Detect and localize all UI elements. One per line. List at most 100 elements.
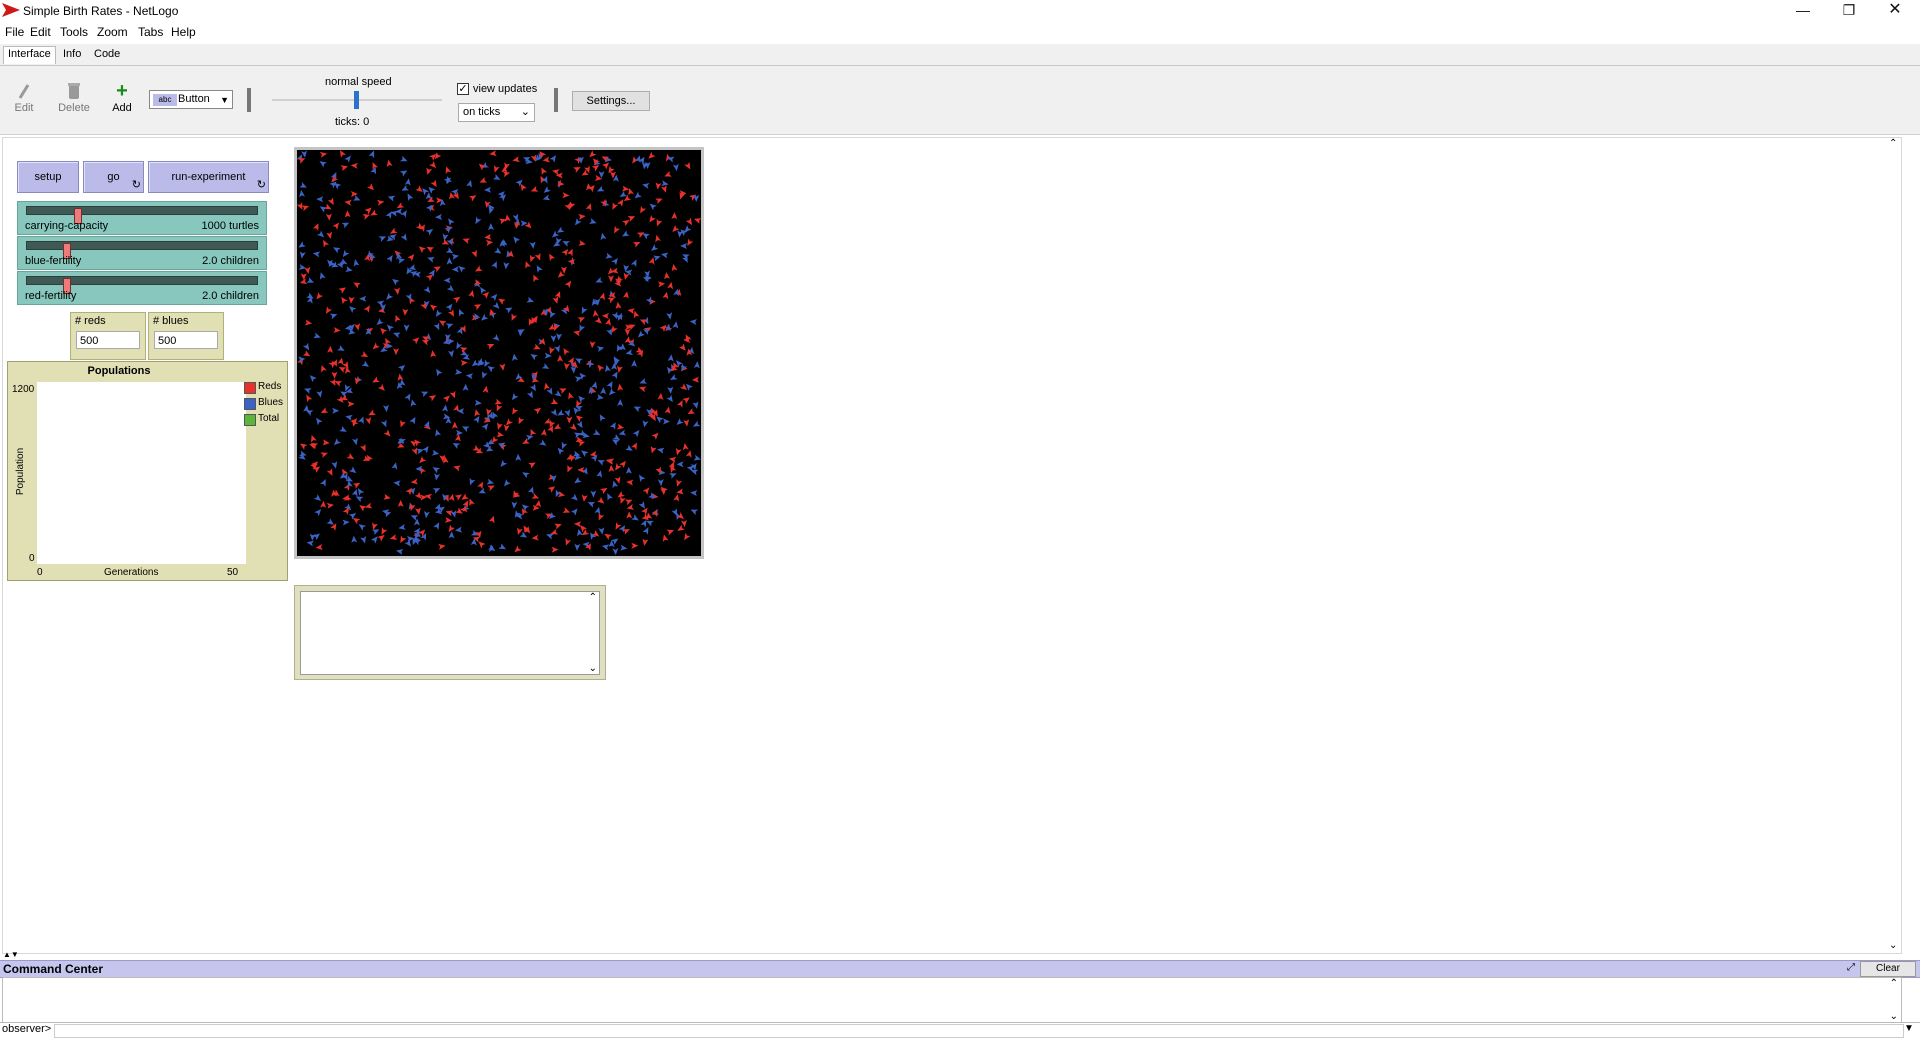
menu-zoom[interactable]: Zoom xyxy=(97,25,128,39)
turtle xyxy=(418,246,427,254)
turtle xyxy=(393,348,400,356)
turtle xyxy=(511,313,518,321)
turtle xyxy=(643,327,652,334)
slider-carrying-capacity[interactable]: carrying-capacity 1000 turtles xyxy=(17,201,267,235)
turtle xyxy=(561,441,568,450)
tab-interface[interactable]: Interface xyxy=(3,46,56,64)
turtle xyxy=(682,397,690,404)
turtle xyxy=(526,390,533,399)
chevron-up-icon[interactable]: ⌃ xyxy=(1889,138,1897,149)
slider-blue-fertility[interactable]: blue-fertility 2.0 children xyxy=(17,236,267,270)
turtle xyxy=(590,490,597,498)
turtle xyxy=(431,449,440,456)
run-experiment-button[interactable]: run-experiment ↻ xyxy=(148,161,269,193)
expand-icon[interactable]: ⤢ xyxy=(1844,962,1858,975)
minimize-icon[interactable]: — xyxy=(1780,0,1826,22)
restore-icon[interactable]: ❐ xyxy=(1826,0,1872,22)
turtle xyxy=(445,323,454,330)
turtle xyxy=(448,524,456,533)
turtle xyxy=(433,266,441,273)
legend-swatch xyxy=(244,414,256,426)
turtle xyxy=(465,373,474,380)
turtle xyxy=(321,364,327,373)
turtle xyxy=(500,459,508,467)
slider-track[interactable] xyxy=(26,241,258,259)
chevron-down-icon[interactable]: ▼ xyxy=(1904,1023,1914,1034)
turtle xyxy=(621,185,630,192)
turtle xyxy=(322,439,330,446)
clear-button[interactable]: Clear xyxy=(1860,961,1916,977)
output-text[interactable]: ⌃ ⌄ xyxy=(300,591,600,675)
observer-prompt[interactable]: observer> xyxy=(2,1023,51,1035)
turtle xyxy=(344,155,351,163)
slider-track[interactable] xyxy=(26,276,258,294)
turtle xyxy=(525,261,531,269)
chevron-down-icon[interactable]: ⌄ xyxy=(1890,1011,1898,1022)
setup-button[interactable]: setup xyxy=(17,161,79,193)
setup-button-label: setup xyxy=(34,171,62,183)
command-input[interactable] xyxy=(54,1024,1904,1038)
turtle xyxy=(626,479,634,486)
turtle xyxy=(608,267,616,275)
turtle xyxy=(395,314,401,323)
slider-track[interactable] xyxy=(26,206,258,224)
menu-help[interactable]: Help xyxy=(171,25,196,39)
turtle xyxy=(570,366,577,374)
split-arrows-icon[interactable]: ▲▼ xyxy=(3,950,19,959)
go-button[interactable]: go ↻ xyxy=(83,161,144,193)
turtle xyxy=(650,244,659,251)
netlogo-logo-icon xyxy=(2,3,20,17)
vertical-scrollbar[interactable]: ⌃ ⌄ xyxy=(1886,138,1901,953)
speed-slider-handle[interactable] xyxy=(354,91,359,109)
turtle xyxy=(601,544,610,551)
delete-button[interactable]: Delete xyxy=(54,80,94,114)
menu-edit[interactable]: Edit xyxy=(30,25,51,39)
menu-tools[interactable]: Tools xyxy=(60,25,88,39)
close-icon[interactable]: ✕ xyxy=(1872,0,1918,22)
turtle xyxy=(608,275,614,283)
edit-button[interactable]: Edit xyxy=(4,80,44,114)
turtle xyxy=(326,231,333,239)
menu-tabs[interactable]: Tabs xyxy=(138,25,163,39)
turtle xyxy=(314,509,322,517)
turtle xyxy=(499,363,506,371)
slider-red-fertility[interactable]: red-fertility 2.0 children xyxy=(17,271,267,305)
turtle xyxy=(538,439,547,446)
split-divider[interactable]: ▲▼ xyxy=(0,950,1920,959)
turtle xyxy=(552,296,559,304)
turtle xyxy=(380,327,388,335)
world-view[interactable] xyxy=(294,147,704,559)
turtle xyxy=(642,233,650,240)
turtle xyxy=(533,407,541,415)
turtle xyxy=(376,199,385,206)
turtle xyxy=(666,312,673,320)
turtle xyxy=(409,416,416,425)
chevron-up-icon[interactable]: ⌃ xyxy=(589,592,597,603)
chevron-up-icon[interactable]: ⌃ xyxy=(1890,978,1898,989)
turtle xyxy=(687,238,694,247)
settings-button[interactable]: Settings... xyxy=(572,91,650,111)
menu-file[interactable]: File xyxy=(5,25,24,39)
update-mode-dropdown[interactable]: on ticks ⌄ xyxy=(458,103,535,122)
turtle xyxy=(680,243,688,250)
tab-code[interactable]: Code xyxy=(90,47,124,64)
tab-info[interactable]: Info xyxy=(59,47,85,64)
turtle xyxy=(660,185,667,193)
command-center-output[interactable]: ⌃ ⌄ xyxy=(2,977,1902,1023)
turtle xyxy=(513,236,521,244)
chevron-down-icon[interactable]: ⌄ xyxy=(1889,940,1897,951)
speed-label: normal speed xyxy=(325,76,392,88)
turtle xyxy=(671,212,678,220)
turtle xyxy=(529,383,536,392)
turtle xyxy=(410,440,418,448)
command-center-title: Command Center xyxy=(3,962,104,976)
add-button[interactable]: + Add xyxy=(102,80,142,115)
turtle xyxy=(618,343,626,351)
turtle xyxy=(653,255,661,262)
view-updates-checkbox[interactable]: ✓ xyxy=(457,83,469,95)
turtle xyxy=(511,501,518,509)
turtle xyxy=(333,327,341,334)
turtle xyxy=(358,524,367,531)
chevron-down-icon[interactable]: ⌄ xyxy=(589,663,597,674)
widget-type-dropdown[interactable]: abc Button ▼ xyxy=(149,90,233,109)
